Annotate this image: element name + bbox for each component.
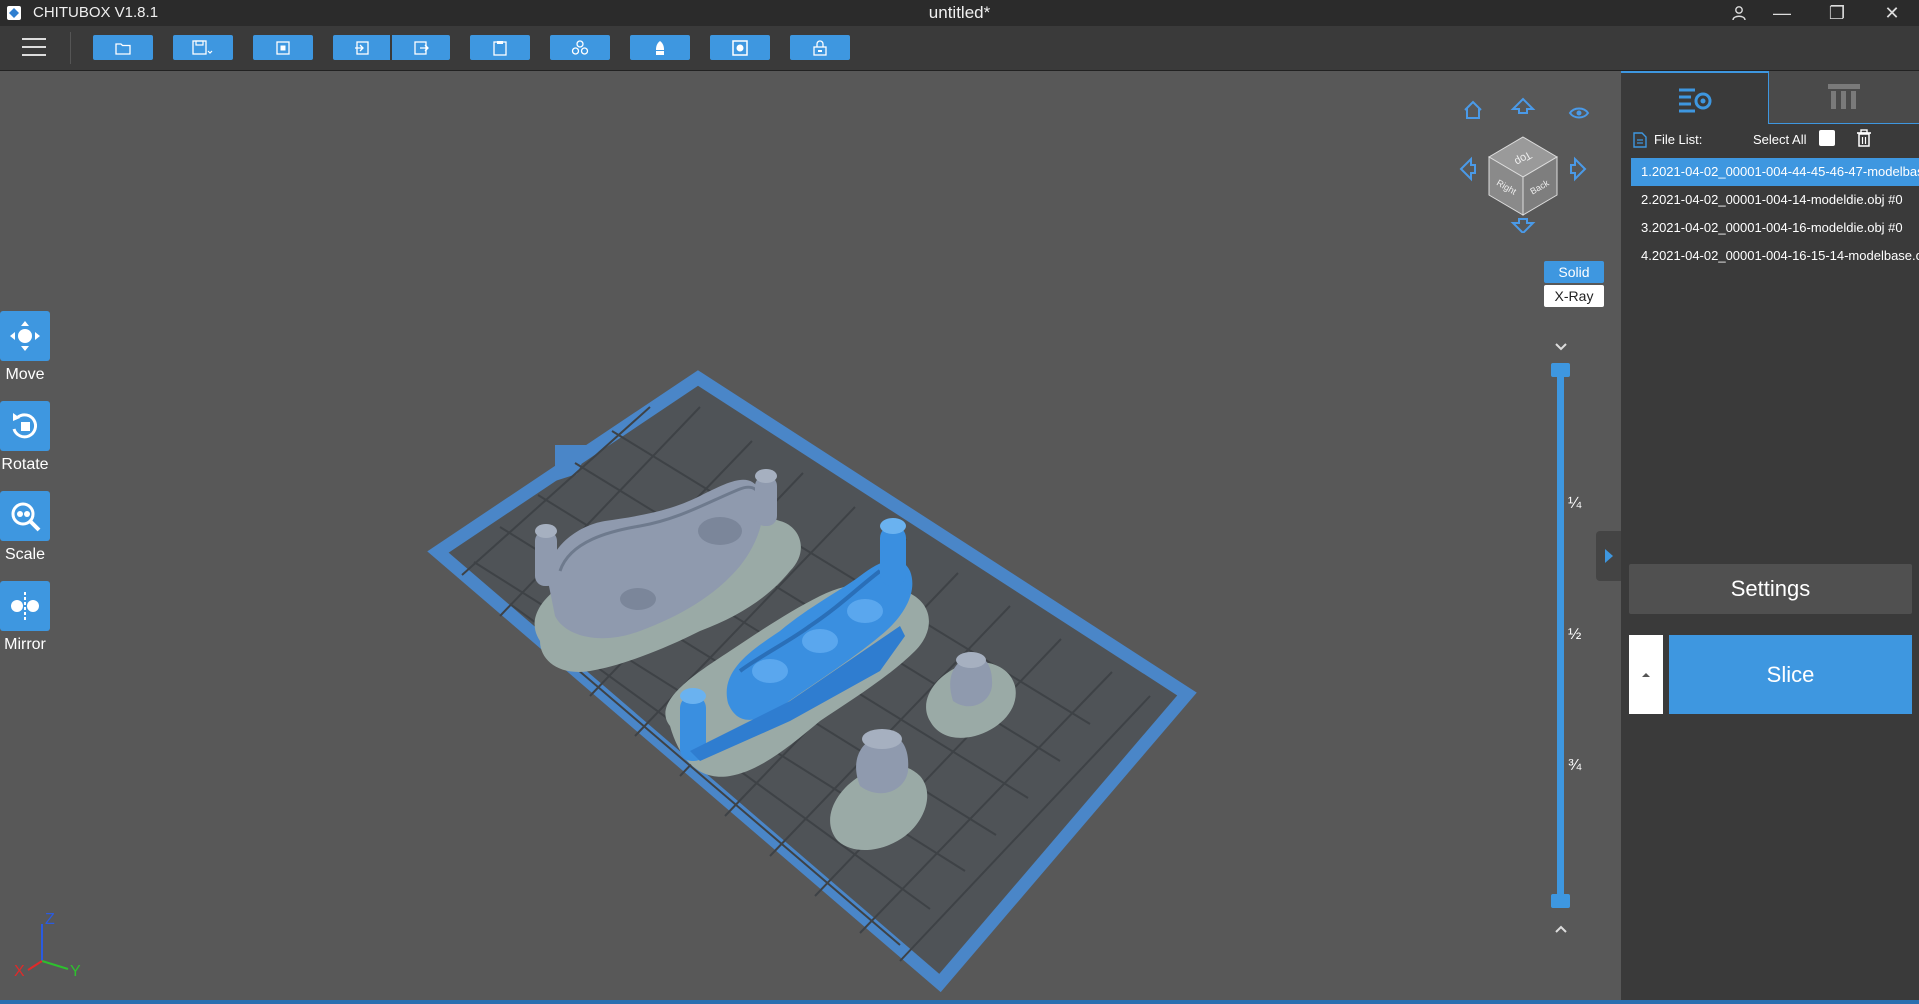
- save-button[interactable]: [173, 35, 233, 60]
- clipboard-icon: [493, 40, 507, 56]
- arrange-button[interactable]: [550, 35, 610, 60]
- slice-button[interactable]: Slice: [1669, 635, 1912, 714]
- minimize-button[interactable]: —: [1757, 0, 1807, 26]
- document-title: untitled*: [928, 3, 991, 22]
- x-axis-label: X: [14, 963, 25, 976]
- rotate-tool-label: Rotate: [1, 456, 49, 473]
- tab-model-settings[interactable]: [1621, 71, 1769, 124]
- auto-layout-button[interactable]: [253, 35, 313, 60]
- z-axis-label: Z: [45, 911, 55, 928]
- support-icon: [656, 40, 664, 55]
- arrange-icon: [571, 39, 589, 55]
- import-button[interactable]: [333, 35, 390, 60]
- save-icon: [192, 39, 213, 55]
- chevron-down-icon[interactable]: [1554, 342, 1568, 352]
- mirror-tool[interactable]: Mirror: [0, 581, 50, 654]
- import-icon: [354, 40, 369, 55]
- mirror-tool-button[interactable]: [0, 581, 50, 631]
- list-settings-icon: [1678, 88, 1711, 112]
- scale-tool-label: Scale: [4, 546, 46, 563]
- export-icon: [414, 40, 429, 55]
- layer-slider-bottom-handle[interactable]: [1551, 894, 1570, 908]
- rotate-tool-button[interactable]: [0, 401, 50, 451]
- move-tool-button[interactable]: [0, 311, 50, 361]
- settings-button[interactable]: Settings: [1629, 564, 1912, 614]
- rotate-tool[interactable]: Rotate: [0, 401, 50, 474]
- pillars-icon: [1828, 84, 1860, 109]
- chevron-right-icon: [1604, 549, 1613, 563]
- panel-collapse-button[interactable]: [1596, 531, 1621, 581]
- scale-tool[interactable]: Scale: [0, 491, 50, 564]
- lock-icon: [813, 39, 827, 56]
- xray-mode-button[interactable]: X-Ray: [1544, 285, 1604, 307]
- view-cube[interactable]: Top Right Back: [1453, 93, 1593, 233]
- layer-slider-track[interactable]: [1557, 369, 1564, 903]
- select-all-checkbox[interactable]: [1819, 130, 1835, 146]
- support-button[interactable]: [630, 35, 690, 60]
- file-list-item[interactable]: 4.2021-04-02_00001-004-16-15-14-modelbas…: [1631, 242, 1919, 270]
- y-axis-label: Y: [70, 963, 81, 976]
- scale-icon: [11, 502, 41, 532]
- hollow-button[interactable]: [710, 35, 770, 60]
- move-icon: [10, 321, 40, 351]
- down-arrow-icon[interactable]: [1510, 218, 1536, 233]
- file-icon: [1633, 132, 1647, 148]
- right-arrow-icon[interactable]: [1570, 156, 1587, 182]
- file-list-item[interactable]: 3.2021-04-02_00001-004-16-modeldie.obj #…: [1631, 214, 1919, 242]
- move-tool[interactable]: Move: [0, 311, 50, 384]
- build-plate-scene[interactable]: [0, 71, 1621, 1000]
- file-list-item[interactable]: 2.2021-04-02_00001-004-14-modeldie.obj #…: [1631, 186, 1919, 214]
- user-icon: [1732, 6, 1746, 21]
- die-model-1[interactable]: [856, 729, 909, 794]
- scale-tool-button[interactable]: [0, 491, 50, 541]
- left-arrow-icon[interactable]: [1459, 156, 1476, 182]
- hollow-icon: [732, 39, 748, 56]
- trash-icon[interactable]: [1856, 129, 1872, 147]
- export-button[interactable]: [392, 35, 450, 60]
- select-all-label: Select All: [1753, 132, 1807, 147]
- layer-slider-top-handle[interactable]: [1551, 363, 1570, 377]
- hamburger-menu-button[interactable]: [22, 38, 46, 58]
- chevron-up-icon[interactable]: [1554, 924, 1568, 934]
- 3d-viewport[interactable]: Top Right Back Solid X-Ray ¼ ½ ¾ Z Y X: [0, 71, 1621, 1000]
- main-toolbar: [0, 26, 1919, 71]
- file-list-item[interactable]: 1.2021-04-02_00001-004-44-45-46-47-model…: [1631, 158, 1919, 186]
- solid-mode-button[interactable]: Solid: [1544, 261, 1604, 283]
- title-bar: CHITUBOX V1.8.1 untitled* — ❐ ✕: [0, 0, 1919, 26]
- toolbar-divider: [70, 32, 71, 64]
- mirror-tool-label: Mirror: [4, 636, 46, 653]
- mirror-icon: [11, 592, 39, 620]
- clipboard-button[interactable]: [470, 35, 530, 60]
- fit-icon: [276, 40, 290, 55]
- eye-icon[interactable]: [1568, 107, 1590, 119]
- slider-mark-three-quarters: ¾: [1568, 757, 1582, 774]
- axis-indicator: Z Y X: [14, 911, 81, 976]
- tab-supports[interactable]: [1769, 71, 1919, 124]
- caret-up-icon: [1642, 672, 1650, 677]
- slider-mark-half: ½: [1568, 626, 1582, 643]
- slider-mark-quarter: ¼: [1568, 495, 1582, 512]
- lock-button[interactable]: [790, 35, 850, 60]
- maximize-button[interactable]: ❐: [1812, 0, 1862, 26]
- status-line: [0, 1000, 1919, 1004]
- close-button[interactable]: ✕: [1867, 0, 1917, 26]
- rotate-icon: [12, 413, 38, 439]
- open-button[interactable]: [93, 35, 153, 60]
- move-tool-label: Move: [5, 366, 45, 383]
- up-arrow-icon[interactable]: [1510, 97, 1536, 114]
- right-panel: File List: Select All 1.2021-04-02_00001…: [1621, 71, 1919, 1000]
- home-icon[interactable]: [1464, 100, 1482, 119]
- die-model-2[interactable]: [950, 652, 993, 707]
- slice-options-button[interactable]: [1629, 635, 1663, 714]
- open-icon: [115, 42, 131, 55]
- file-list-label: File List:: [1654, 132, 1703, 147]
